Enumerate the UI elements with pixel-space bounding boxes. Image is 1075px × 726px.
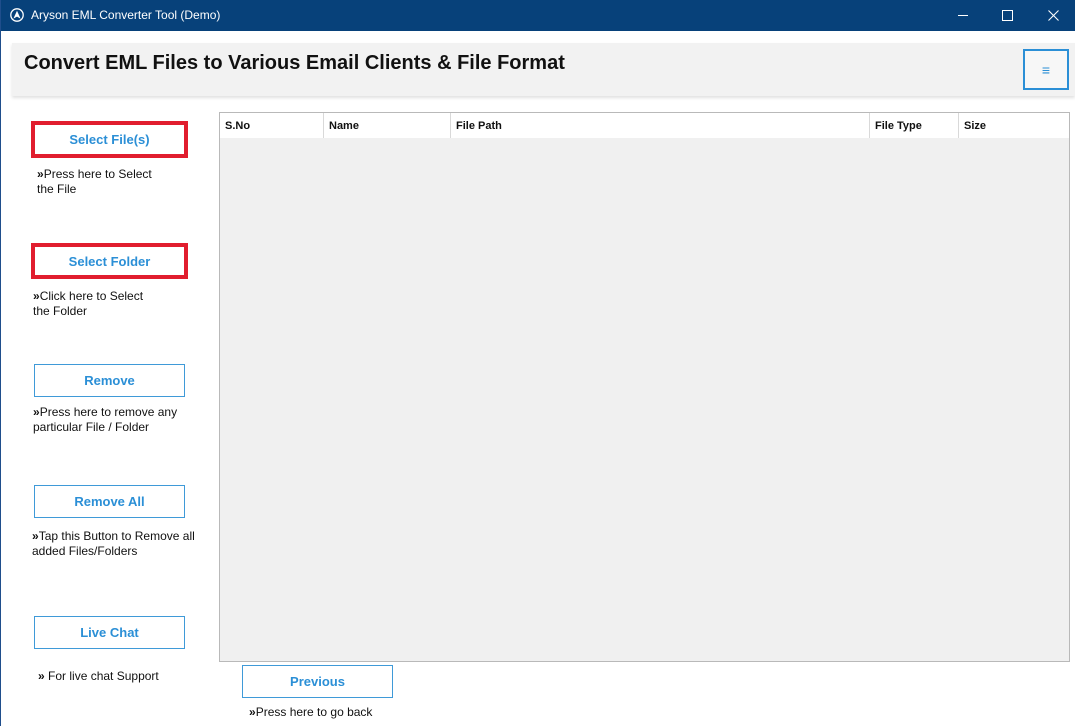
minimize-button[interactable] xyxy=(940,0,986,31)
table-header: S.No Name File Path File Type Size xyxy=(220,113,1069,138)
previous-button[interactable]: Previous xyxy=(242,665,393,698)
minimize-icon xyxy=(957,15,968,16)
remove-all-hint: »Tap this Button to Remove all added Fil… xyxy=(32,529,195,558)
window-title: Aryson EML Converter Tool (Demo) xyxy=(31,8,221,22)
remove-hint: »Press here to remove any particular Fil… xyxy=(33,405,178,434)
page-title: Convert EML Files to Various Email Clien… xyxy=(24,52,565,74)
select-files-highlight xyxy=(31,121,188,158)
maximize-button[interactable] xyxy=(984,0,1030,31)
column-header-name[interactable]: Name xyxy=(324,113,451,138)
column-header-file-path[interactable]: File Path xyxy=(451,113,870,138)
column-header-size[interactable]: Size xyxy=(959,113,1069,138)
remove-all-button[interactable]: Remove All xyxy=(34,485,185,518)
hamburger-icon: ≡ xyxy=(1041,61,1051,78)
maximize-icon xyxy=(1001,10,1013,21)
app-logo-icon xyxy=(10,8,24,22)
title-bar: Aryson EML Converter Tool (Demo) xyxy=(1,0,1075,31)
column-header-file-type[interactable]: File Type xyxy=(870,113,959,138)
remove-button[interactable]: Remove xyxy=(34,364,185,397)
menu-button[interactable]: ≡ xyxy=(1023,49,1069,90)
select-folder-highlight xyxy=(31,243,188,279)
previous-hint: »Press here to go back xyxy=(249,705,373,719)
close-button[interactable] xyxy=(1030,0,1075,31)
live-chat-hint: » For live chat Support xyxy=(38,669,159,683)
close-icon xyxy=(1047,10,1059,21)
select-files-hint: »Press here to Select the File xyxy=(37,167,152,196)
header-panel: Convert EML Files to Various Email Clien… xyxy=(12,43,1075,96)
app-window: Aryson EML Converter Tool (Demo) Convert… xyxy=(0,0,1075,726)
file-list-table[interactable]: S.No Name File Path File Type Size xyxy=(219,112,1070,662)
select-folder-hint: »Click here to Select the Folder xyxy=(33,289,144,318)
live-chat-button[interactable]: Live Chat xyxy=(34,616,185,649)
column-header-sno[interactable]: S.No xyxy=(220,113,324,138)
